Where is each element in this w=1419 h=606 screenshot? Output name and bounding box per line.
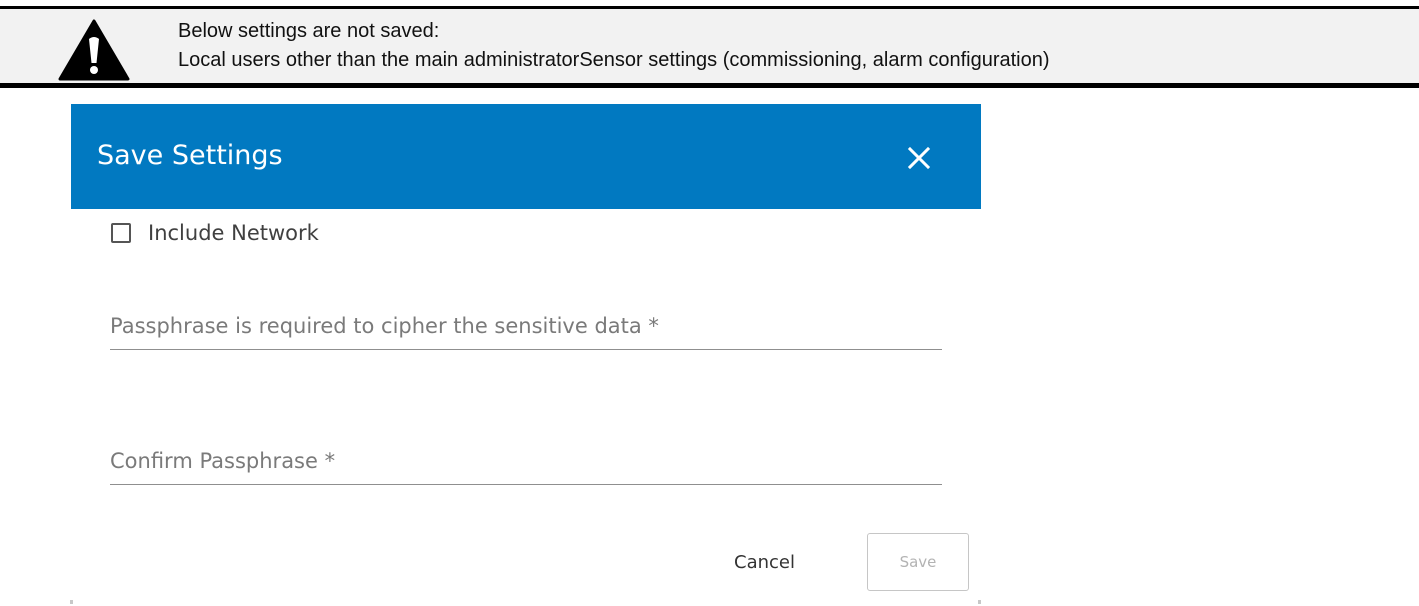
confirm-passphrase-input[interactable] <box>110 437 942 484</box>
save-button[interactable]: Save <box>867 533 969 591</box>
dialog-title: Save Settings <box>97 140 283 171</box>
save-settings-dialog: Save Settings Include Network Cancel Sav… <box>71 104 981 602</box>
warning-triangle-icon <box>58 19 130 81</box>
passphrase-input[interactable] <box>110 302 942 349</box>
warning-title: Below settings are not saved: <box>178 20 440 42</box>
dialog-corner-mark <box>70 600 73 604</box>
confirm-passphrase-field <box>110 437 942 485</box>
cancel-button[interactable]: Cancel <box>734 548 795 578</box>
warning-banner: Below settings are not saved: Local user… <box>0 6 1419 88</box>
close-icon <box>903 142 935 174</box>
passphrase-field <box>110 302 942 350</box>
dialog-corner-mark <box>978 600 981 604</box>
dialog-header: Save Settings <box>71 104 981 209</box>
include-network-checkbox[interactable]: Include Network <box>111 218 319 248</box>
include-network-label: Include Network <box>148 221 319 245</box>
warning-items: Local users other than the main administ… <box>178 49 1050 71</box>
close-button[interactable] <box>903 142 935 174</box>
checkbox-box[interactable] <box>111 223 131 243</box>
